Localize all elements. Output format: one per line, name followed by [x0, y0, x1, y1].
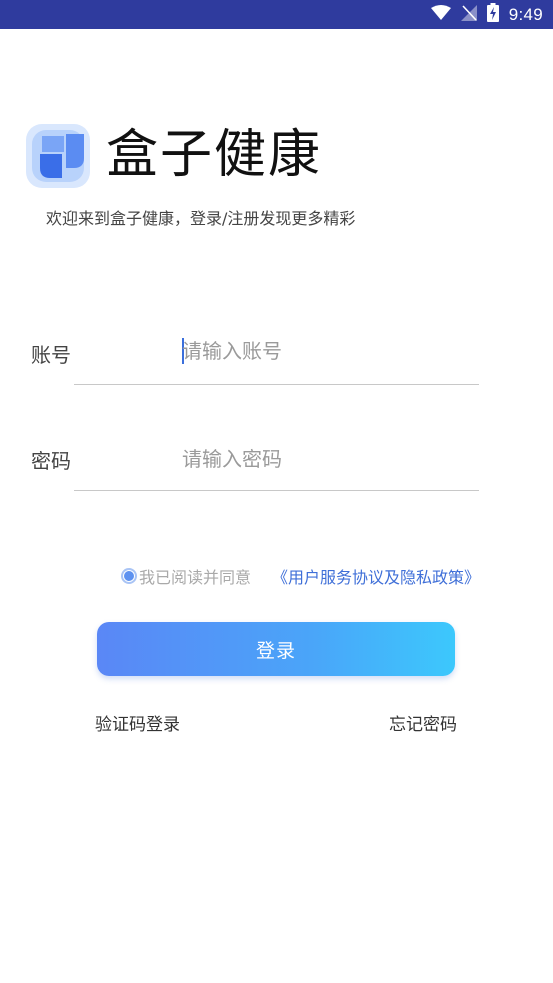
- agreement-text: 我已阅读并同意: [139, 568, 252, 587]
- password-input[interactable]: [182, 442, 478, 476]
- agreement-checkbox[interactable]: [121, 568, 137, 584]
- password-label: 密码: [31, 449, 71, 473]
- checked-dot-icon: [124, 571, 134, 581]
- wifi-icon: [430, 4, 451, 25]
- status-icons: 9:49: [430, 0, 543, 29]
- status-time: 9:49: [508, 4, 543, 24]
- agreement-row: 我已阅读并同意 《用户服务协议及隐私政策》: [121, 565, 480, 587]
- box-logo-icon: [26, 124, 90, 188]
- app-name: 盒子健康: [106, 125, 323, 185]
- login-button[interactable]: 登录: [97, 622, 455, 676]
- no-signal-icon: [460, 4, 477, 25]
- account-label: 账号: [31, 343, 71, 367]
- status-bar: 9:49: [0, 0, 553, 29]
- forgot-password-link[interactable]: 忘记密码: [389, 710, 457, 735]
- password-underline: [74, 490, 479, 491]
- battery-charging-icon: [486, 3, 499, 26]
- account-underline: [74, 384, 479, 385]
- agreement-link[interactable]: 《用户服务协议及隐私政策》: [272, 564, 480, 588]
- login-screen: 9:49 盒子健康 欢迎来到盒子健康，登录/注册发现更多精彩 账号 密码 我已阅…: [0, 0, 553, 983]
- welcome-text: 欢迎来到盒子健康，登录/注册发现更多精彩: [46, 209, 356, 228]
- account-input[interactable]: [182, 334, 478, 368]
- sms-login-link[interactable]: 验证码登录: [95, 710, 180, 735]
